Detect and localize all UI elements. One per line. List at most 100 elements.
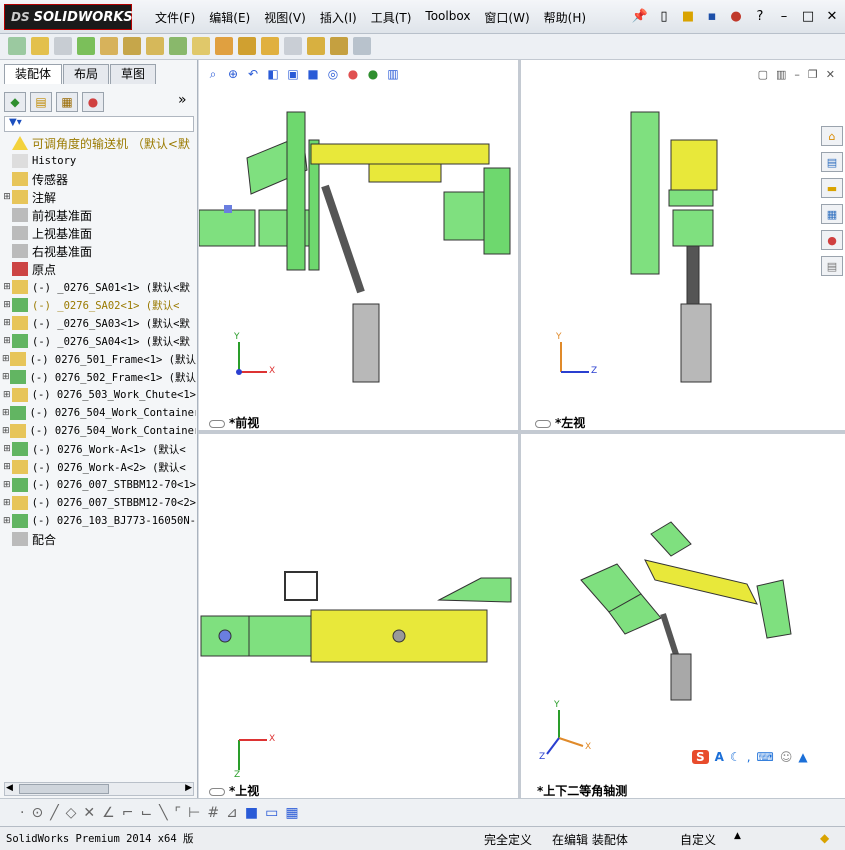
wireframe-view-icon[interactable]: ▭ xyxy=(265,805,278,821)
menu-tools[interactable]: 工具(T) xyxy=(364,9,419,26)
new-motion-study-icon[interactable] xyxy=(215,37,233,55)
line-tool-icon[interactable]: ╱ xyxy=(50,805,58,821)
design-library-icon[interactable]: ▤ xyxy=(821,152,843,172)
tree-item[interactable]: 上视基准面 xyxy=(2,224,196,242)
display-manager-icon[interactable]: ● xyxy=(82,92,104,112)
ime-punctuation-icon[interactable]: , xyxy=(747,750,751,764)
tree-item[interactable]: 传感器 xyxy=(2,170,196,188)
tab-layout[interactable]: 布局 xyxy=(63,64,110,84)
menu-insert[interactable]: 插入(I) xyxy=(313,9,364,26)
restore-icon[interactable]: □ xyxy=(799,7,817,25)
chamfer-tool-icon[interactable]: ⌙ xyxy=(140,805,152,821)
tree-item[interactable]: 原点 xyxy=(2,260,196,278)
tree-item-component[interactable]: ⊞ (-) 0276_103_BJ773-16050N- xyxy=(2,512,196,530)
menu-window[interactable]: 窗口(W) xyxy=(477,9,536,26)
tree-item-mates[interactable]: 配合 xyxy=(2,530,196,548)
panel-expand-icon[interactable]: » xyxy=(178,92,198,112)
left-view-label[interactable]: *左视 xyxy=(535,414,585,430)
tree-item-component[interactable]: ⊞ (-) 0276_501_Frame<1> (默认 xyxy=(2,350,196,368)
expand-toggle-icon[interactable]: ⊞ xyxy=(2,480,12,490)
expand-toggle-icon[interactable]: ⊞ xyxy=(2,444,12,454)
rebuild-status-icon[interactable]: ◆ xyxy=(820,831,829,845)
expand-toggle-icon[interactable]: ⊞ xyxy=(2,516,12,526)
relation-icon[interactable]: ⊿ xyxy=(226,805,238,821)
tree-item-history[interactable]: History xyxy=(2,152,196,170)
linear-pattern-icon[interactable] xyxy=(77,37,95,55)
tree-item[interactable]: ⊞ 注解 xyxy=(2,188,196,206)
tree-item-component[interactable]: ⊞ (-) 0276_007_STBBM12-70<1> xyxy=(2,476,196,494)
ime-skin-icon[interactable]: ▲ xyxy=(798,750,807,764)
expand-toggle-icon[interactable]: ⊞ xyxy=(2,318,12,328)
scroll-right-arrow[interactable]: ▶ xyxy=(185,783,192,793)
expand-toggle-icon[interactable]: ⊞ xyxy=(2,390,12,400)
clearance-icon[interactable] xyxy=(330,37,348,55)
insert-components-icon[interactable] xyxy=(8,37,26,55)
show-hidden-icon[interactable] xyxy=(146,37,164,55)
property-manager-icon[interactable]: ▤ xyxy=(30,92,52,112)
move-component-icon[interactable] xyxy=(123,37,141,55)
mate-icon[interactable] xyxy=(31,37,49,55)
tree-item-component[interactable]: ⊞ (-) _0276_SA04<1> (默认<默 xyxy=(2,332,196,350)
viewport-top[interactable]: X Z *上视 xyxy=(199,434,518,798)
save-icon[interactable]: ▪ xyxy=(703,7,721,25)
ime-keyboard-icon[interactable]: ⌨ xyxy=(757,750,774,764)
new-document-icon[interactable]: ▯ xyxy=(655,7,673,25)
expand-toggle-icon[interactable]: ⊞ xyxy=(2,462,12,472)
circle-tool-icon[interactable]: ⊙ xyxy=(31,805,43,821)
expand-toggle-icon[interactable]: ⊞ xyxy=(2,372,10,382)
appearances-icon[interactable]: ● xyxy=(821,230,843,250)
ime-user-icon[interactable]: ☺ xyxy=(780,750,793,764)
point-icon[interactable]: · xyxy=(20,805,24,821)
menu-file[interactable]: 文件(F) xyxy=(148,9,202,26)
top-view-label[interactable]: *上视 xyxy=(209,782,259,798)
configuration-manager-icon[interactable]: ▦ xyxy=(56,92,78,112)
viewport-isometric[interactable]: Y X Z *上下二等角轴测 xyxy=(521,434,845,798)
custom-properties-icon[interactable]: ▤ xyxy=(821,256,843,276)
expand-toggle-icon[interactable]: ⊞ xyxy=(2,354,10,364)
tree-item-component[interactable]: ⊞ (-) 0276_Work-A<2> (默认< xyxy=(2,458,196,476)
tree-filter-input[interactable]: ▼▾ xyxy=(4,116,194,132)
expand-toggle-icon[interactable]: ⊞ xyxy=(2,408,10,418)
ime-logo-icon[interactable]: S xyxy=(692,750,709,764)
expand-toggle-icon[interactable]: ⊞ xyxy=(2,192,12,202)
explode-line-icon[interactable] xyxy=(284,37,302,55)
assembly-features-icon[interactable] xyxy=(169,37,187,55)
expand-toggle-icon[interactable]: ⊞ xyxy=(2,282,12,292)
file-explorer-icon[interactable]: ▬ xyxy=(821,178,843,198)
polygon-tool-icon[interactable]: ◇ xyxy=(66,805,77,821)
expand-toggle-icon[interactable]: ⊞ xyxy=(2,300,12,310)
fillet-tool-icon[interactable]: ⌐ xyxy=(122,805,134,821)
close-icon[interactable]: ✕ xyxy=(823,7,841,25)
menu-toolbox[interactable]: Toolbox xyxy=(418,9,477,26)
tree-item-component[interactable]: ⊞ (-) _0276_SA01<1> (默认<默 xyxy=(2,278,196,296)
tree-item-component[interactable]: ⊞ (-) 0276_007_STBBM12-70<2> xyxy=(2,494,196,512)
offset-tool-icon[interactable]: ╲ xyxy=(159,805,167,821)
shaded-view-icon[interactable]: ■ xyxy=(245,805,258,821)
viewport-left[interactable]: ▢ ▥ – ❐ ✕ Y Z *左视 ⌂ ▤ ▬ ▦ ● ▤ xyxy=(521,60,845,430)
tree-item-component[interactable]: ⊞ (-) 0276_502_Frame<1> (默认 xyxy=(2,368,196,386)
tab-sketch[interactable]: 草图 xyxy=(110,64,157,84)
tree-item-component[interactable]: ⊞ (-) 0276_504_Work_Container xyxy=(2,404,196,422)
tree-item-component[interactable]: ⊞ (-) 0276_503_Work_Chute<1> xyxy=(2,386,196,404)
tab-assembly[interactable]: 装配体 xyxy=(4,64,63,84)
reference-geometry-icon[interactable] xyxy=(192,37,210,55)
tree-item[interactable]: 前视基准面 xyxy=(2,206,196,224)
instant3d-icon[interactable] xyxy=(353,37,371,55)
ime-moon-icon[interactable]: ☾ xyxy=(730,750,741,764)
smart-fasteners-icon[interactable] xyxy=(100,37,118,55)
paperclip-icon[interactable] xyxy=(54,37,72,55)
corner-tool-icon[interactable]: ⌜ xyxy=(175,805,182,821)
tree-item-component[interactable]: ⊞ (-) _0276_SA03<1> (默认<默 xyxy=(2,314,196,332)
scroll-left-arrow[interactable]: ◀ xyxy=(6,783,13,793)
tree-item-component[interactable]: ⊞ (-) _0276_SA02<1> (默认< xyxy=(2,296,196,314)
minimize-icon[interactable]: – xyxy=(775,7,793,25)
view-palette-icon[interactable]: ▦ xyxy=(821,204,843,224)
grid-icon[interactable]: # xyxy=(207,805,219,821)
pin-icon[interactable]: 📌 xyxy=(631,7,649,25)
expand-toggle-icon[interactable]: ⊞ xyxy=(2,336,12,346)
angle-tool-icon[interactable]: ∠ xyxy=(102,805,115,821)
dimension-tool-icon[interactable]: ⊢ xyxy=(188,805,200,821)
open-folder-icon[interactable]: ■ xyxy=(679,7,697,25)
rebuild-icon[interactable]: ● xyxy=(727,7,745,25)
layout-view-icon[interactable]: ▦ xyxy=(285,805,298,821)
